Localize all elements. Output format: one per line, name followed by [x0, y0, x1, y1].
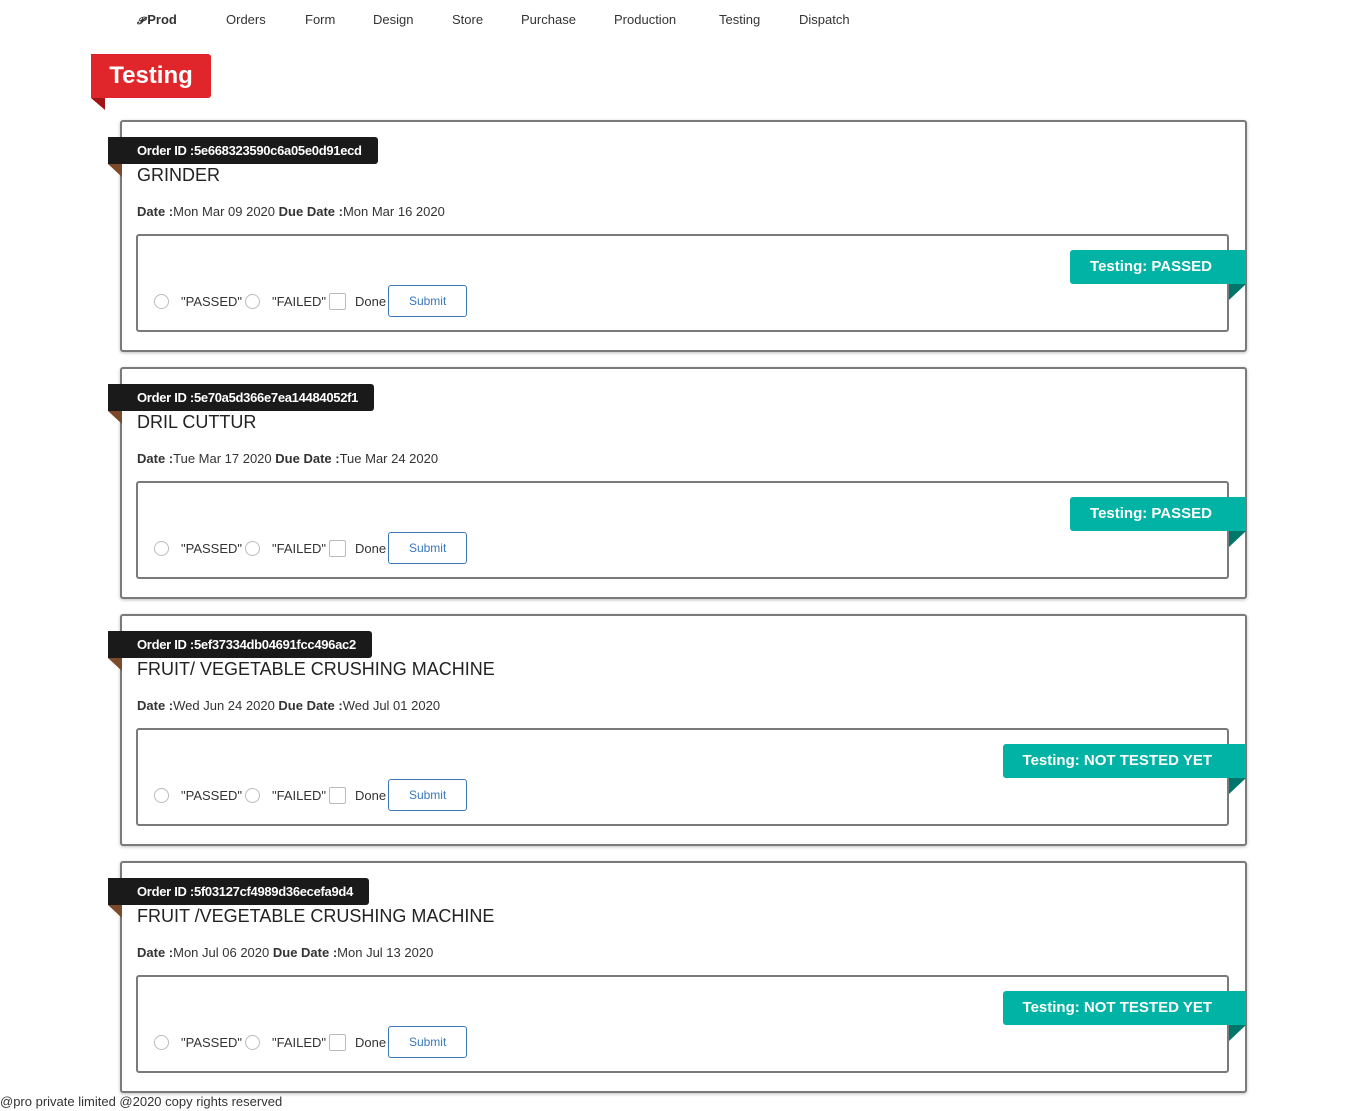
status-ribbon-fold	[1229, 1025, 1246, 1041]
due-date-label: Due Date :	[275, 451, 340, 466]
passed-radio[interactable]	[154, 293, 169, 309]
done-label: Done	[355, 1034, 387, 1050]
testing-controls: "PASSED" "FAILED" Done Submit	[152, 531, 468, 565]
nav-item-store[interactable]: Store	[452, 12, 483, 27]
failed-radio[interactable]	[245, 1034, 261, 1050]
date-label: Date :	[137, 945, 174, 960]
order-tag-fold	[108, 905, 122, 918]
passed-radio[interactable]	[154, 787, 169, 803]
failed-label: "FAILED"	[272, 1034, 327, 1050]
done-checkbox[interactable]	[329, 1033, 347, 1051]
testing-controls: "PASSED" "FAILED" Done Submit	[152, 778, 468, 812]
order-dates: Date :Mon Mar 09 2020 Due Date :Mon Mar …	[137, 204, 445, 219]
date-label: Date :	[137, 451, 174, 466]
due-date-label: Due Date :	[272, 945, 338, 960]
product-name: GRINDER	[137, 165, 221, 185]
order-id-tag: Order ID :5e668323590c6a05e0d91ecd	[108, 137, 378, 164]
done-checkbox[interactable]	[329, 786, 347, 804]
order-id-tag: Order ID :5ef37334db04691fcc496ac2	[108, 631, 372, 658]
failed-label: "FAILED"	[272, 540, 327, 556]
submit-button[interactable]: Submit	[388, 285, 468, 317]
testing-form: Testing: PASSED "PASSED" "FAILED" Done S…	[136, 481, 1246, 579]
submit-button[interactable]: Submit	[388, 532, 468, 564]
testing-form: Testing: NOT TESTED YET "PASSED" "FAILED…	[136, 728, 1246, 826]
pro-logo-icon: 𝓟	[137, 16, 145, 27]
order-date: Mon Mar 09 2020	[173, 204, 276, 219]
testing-form: Testing: NOT TESTED YET "PASSED" "FAILED…	[136, 975, 1246, 1073]
order-date: Tue Mar 17 2020	[173, 451, 272, 466]
order-card: Order ID :5f03127cf4989d36ecefa9d4 FRUIT…	[108, 861, 1247, 1093]
order-dates: Date :Mon Jul 06 2020 Due Date :Mon Jul …	[137, 945, 433, 960]
failed-label: "FAILED"	[272, 293, 327, 309]
status-ribbon-fold	[1229, 531, 1246, 547]
footer-copyright: @pro private limited @2020 copy rights r…	[0, 1094, 283, 1109]
due-date: Mon Mar 16 2020	[342, 204, 445, 219]
failed-radio[interactable]	[245, 293, 261, 309]
order-id-tag: Order ID :5f03127cf4989d36ecefa9d4	[108, 878, 369, 905]
order-tag-fold	[108, 164, 122, 177]
date-label: Date :	[137, 698, 174, 713]
order-dates: Date :Tue Mar 17 2020 Due Date :Tue Mar …	[137, 451, 438, 466]
testing-form: Testing: PASSED "PASSED" "FAILED" Done S…	[136, 234, 1246, 332]
status-ribbon-fold	[1229, 778, 1246, 794]
order-card: Order ID :5e70a5d366e7ea14484052f1 DRIL …	[108, 367, 1247, 599]
passed-label: "PASSED"	[181, 540, 243, 556]
failed-radio[interactable]	[245, 540, 261, 556]
status-badge: Testing: NOT TESTED YET	[1002, 991, 1246, 1025]
due-date: Mon Jul 13 2020	[337, 945, 434, 960]
order-tag-fold	[108, 411, 122, 424]
product-name: DRIL CUTTUR	[137, 412, 257, 432]
status-badge: Testing: NOT TESTED YET	[1002, 744, 1246, 778]
nav-item-orders[interactable]: Orders	[226, 12, 266, 27]
nav-item-production[interactable]: Production	[614, 12, 676, 27]
status-badge: Testing: PASSED	[1070, 250, 1246, 284]
page-ribbon-fold	[91, 98, 105, 110]
passed-radio[interactable]	[154, 1034, 169, 1050]
testing-controls: "PASSED" "FAILED" Done Submit	[152, 1025, 468, 1059]
order-date: Mon Jul 06 2020	[173, 945, 270, 960]
nav-item-purchase[interactable]: Purchase	[521, 12, 576, 27]
passed-label: "PASSED"	[181, 787, 243, 803]
failed-label: "FAILED"	[272, 787, 327, 803]
nav-brand-label: Prod	[147, 12, 177, 27]
status-ribbon-fold	[1229, 284, 1246, 300]
submit-button[interactable]: Submit	[388, 1026, 468, 1058]
due-date-label: Due Date :	[278, 204, 343, 219]
nav-item-design[interactable]: Design	[373, 12, 413, 27]
done-label: Done	[355, 540, 387, 556]
nav-item-testing[interactable]: Testing	[719, 12, 760, 27]
product-name: FRUIT /VEGETABLE CRUSHING MACHINE	[137, 906, 495, 926]
order-tag-fold	[108, 658, 122, 671]
passed-label: "PASSED"	[181, 1034, 243, 1050]
order-card: Order ID :5e668323590c6a05e0d91ecd GRIND…	[108, 120, 1247, 352]
order-card: Order ID :5ef37334db04691fcc496ac2 FRUIT…	[108, 614, 1247, 846]
nav-item-form[interactable]: Form	[305, 12, 335, 27]
order-dates: Date :Wed Jun 24 2020 Due Date :Wed Jul …	[137, 698, 440, 713]
top-navbar: 𝓟 Prod Orders Form Design Store Purchase …	[0, 0, 1366, 40]
done-label: Done	[355, 293, 387, 309]
status-badge: Testing: PASSED	[1070, 497, 1246, 531]
date-label: Date :	[137, 204, 174, 219]
order-date: Wed Jun 24 2020	[173, 698, 275, 713]
submit-button[interactable]: Submit	[388, 779, 468, 811]
due-date: Tue Mar 24 2020	[339, 451, 439, 466]
failed-radio[interactable]	[245, 787, 261, 803]
due-date-label: Due Date :	[278, 698, 343, 713]
page-title: Testing	[91, 54, 211, 98]
done-checkbox[interactable]	[329, 292, 347, 310]
nav-brand[interactable]: 𝓟 Prod	[137, 12, 177, 27]
passed-label: "PASSED"	[181, 293, 243, 309]
passed-radio[interactable]	[154, 540, 169, 556]
order-id-tag: Order ID :5e70a5d366e7ea14484052f1	[108, 384, 375, 411]
product-name: FRUIT/ VEGETABLE CRUSHING MACHINE	[137, 659, 495, 679]
nav-item-dispatch[interactable]: Dispatch	[799, 12, 850, 27]
testing-controls: "PASSED" "FAILED" Done Submit	[152, 284, 468, 318]
due-date: Wed Jul 01 2020	[342, 698, 441, 713]
done-label: Done	[355, 787, 387, 803]
done-checkbox[interactable]	[329, 539, 347, 557]
